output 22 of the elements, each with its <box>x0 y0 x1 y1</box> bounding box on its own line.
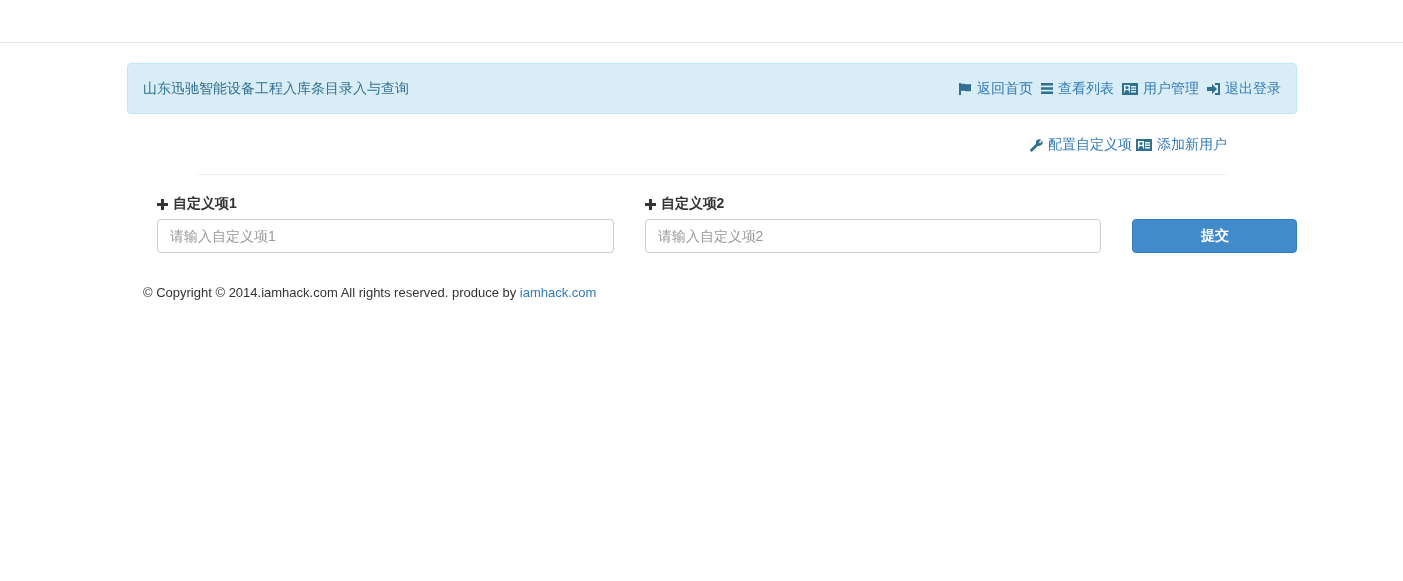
nav-link[interactable]: 查看列表 <box>1041 79 1114 98</box>
nav-link[interactable]: 用户管理 <box>1122 79 1199 98</box>
flag-icon <box>958 82 972 95</box>
input-field[interactable]: 请输入自定义项1 <box>157 219 614 253</box>
copyright-text: © Copyright © 2014.iamhack.com All rights reserved. produce by iamhack.com <box>143 285 598 300</box>
submit-button[interactable]: 提交 <box>1132 219 1297 253</box>
id-card-icon <box>1122 82 1138 95</box>
input-field[interactable]: 请输入自定义项2 <box>644 219 1102 253</box>
page-title: 山东迅驰智能设备工程入库条目录入与查询 <box>143 79 409 98</box>
nav-link[interactable]: 退出登录 <box>1207 79 1281 98</box>
menu-icon <box>1041 83 1053 94</box>
nav-link[interactable]: 返回首页 <box>958 79 1033 98</box>
sign-in-icon <box>1207 82 1220 95</box>
nav-link[interactable]: 配置自定义项 <box>1030 136 1132 154</box>
footer-link[interactable]: iamhack.com <box>519 285 597 300</box>
id-card-icon <box>1136 139 1152 151</box>
field-label: 自定义项2 <box>660 195 725 213</box>
field-label: 自定义项1 <box>173 195 237 213</box>
plus-icon <box>644 198 656 210</box>
nav-link[interactable]: 添加新用户 <box>1136 136 1227 154</box>
wrench-icon <box>1030 138 1043 152</box>
plus-icon <box>157 198 168 210</box>
